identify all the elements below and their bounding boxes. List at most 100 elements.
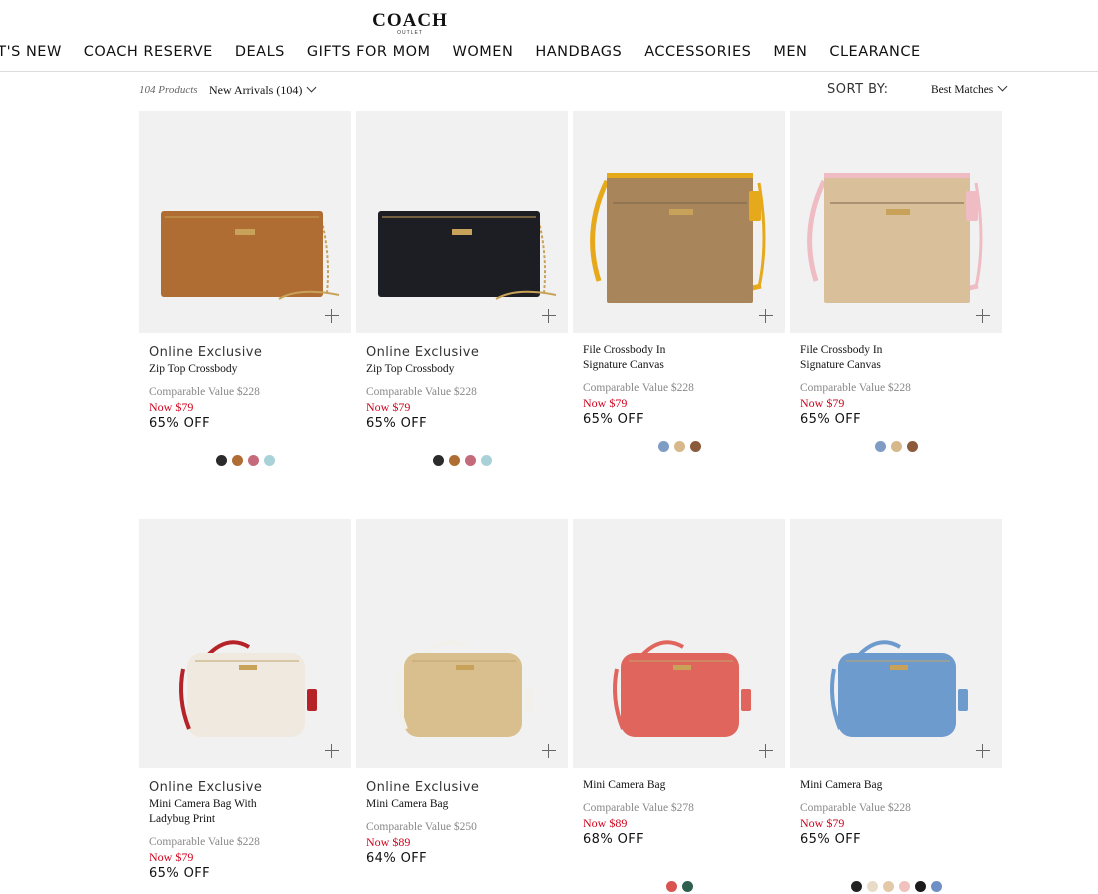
- filter-dropdown[interactable]: New Arrivals (104): [209, 82, 317, 98]
- quick-add-plus-icon[interactable]: [976, 744, 990, 758]
- color-swatches: [790, 441, 1002, 452]
- comparable-value: Comparable Value $228: [149, 836, 260, 848]
- nav-men[interactable]: MEN: [773, 44, 807, 60]
- color-swatch[interactable]: [432, 455, 444, 466]
- comparable-value: Comparable Value $228: [800, 382, 911, 394]
- product-image-tile[interactable]: [356, 111, 568, 333]
- nav-divider: [0, 71, 1098, 72]
- nav-women[interactable]: WOMEN: [453, 44, 514, 60]
- comparable-value: Comparable Value $228: [149, 386, 260, 398]
- product-card[interactable]: File Crossbody In Signature Canvas Compar…: [790, 111, 1002, 519]
- product-info: File Crossbody In Signature Canvas Compar…: [790, 333, 1002, 428]
- online-exclusive-label: Online Exclusive: [366, 345, 480, 360]
- product-card[interactable]: File Crossbody In Signature Canvas Compar…: [573, 111, 785, 519]
- color-swatch[interactable]: [263, 455, 275, 466]
- nav-coach-reserve[interactable]: COACH RESERVE: [84, 44, 213, 60]
- logo-subtitle: OUTLET: [397, 30, 423, 36]
- logo-wordmark: COACH: [372, 10, 448, 31]
- product-image-tile[interactable]: [573, 519, 785, 768]
- color-swatches: [573, 441, 785, 452]
- discount-percent: 65% OFF: [800, 832, 862, 847]
- color-swatches: [139, 455, 351, 466]
- nav-accessories[interactable]: ACCESSORIES: [644, 44, 751, 60]
- color-swatch[interactable]: [890, 441, 902, 452]
- nav-gifts-for-mom[interactable]: GIFTS FOR MOM: [307, 44, 431, 60]
- color-swatches: [790, 881, 1002, 892]
- online-exclusive-label: Online Exclusive: [366, 780, 480, 795]
- color-swatch[interactable]: [882, 881, 894, 892]
- quick-add-plus-icon[interactable]: [542, 309, 556, 323]
- product-info: Mini Camera Bag Comparable Value $228 Now …: [790, 768, 1002, 848]
- coach-outlet-logo[interactable]: COACH OUTLET: [0, 10, 820, 36]
- discount-percent: 68% OFF: [583, 832, 645, 847]
- color-swatch[interactable]: [874, 441, 886, 452]
- product-name[interactable]: Zip Top Crossbody: [149, 362, 341, 377]
- online-exclusive-label: Online Exclusive: [149, 345, 263, 360]
- product-name[interactable]: File Crossbody In Signature Canvas: [583, 343, 775, 373]
- color-swatch[interactable]: [657, 441, 669, 452]
- quick-add-plus-icon[interactable]: [759, 309, 773, 323]
- product-image: [830, 640, 968, 737]
- chevron-down-icon: [306, 82, 317, 93]
- product-image-tile[interactable]: [139, 111, 351, 333]
- color-swatch[interactable]: [689, 441, 701, 452]
- listing-toolbar: 104 Products New Arrivals (104) SORT BY:…: [139, 81, 1009, 100]
- quick-add-plus-icon[interactable]: [976, 309, 990, 323]
- product-name[interactable]: Mini Camera Bag: [583, 778, 775, 793]
- product-card[interactable]: Mini Camera Bag Comparable Value $228 Now …: [790, 519, 1002, 894]
- product-name[interactable]: Mini Camera Bag: [366, 797, 558, 812]
- color-swatch[interactable]: [247, 455, 259, 466]
- color-swatch[interactable]: [906, 441, 918, 452]
- main-nav: AT'S NEW COACH RESERVE DEALS GIFTS FOR M…: [0, 44, 943, 60]
- product-name[interactable]: Mini Camera Bag: [800, 778, 992, 793]
- product-name[interactable]: Mini Camera Bag With Ladybug Print: [149, 797, 341, 827]
- quick-add-plus-icon[interactable]: [325, 309, 339, 323]
- color-swatch[interactable]: [930, 881, 942, 892]
- color-swatch[interactable]: [480, 455, 492, 466]
- product-image: [396, 640, 534, 737]
- sort-by-label: SORT BY:: [827, 82, 889, 97]
- color-swatch[interactable]: [231, 455, 243, 466]
- nav-deals[interactable]: DEALS: [235, 44, 285, 60]
- color-swatch[interactable]: [898, 881, 910, 892]
- nav-clearance[interactable]: CLEARANCE: [829, 44, 920, 60]
- comparable-value: Comparable Value $228: [583, 382, 694, 394]
- quick-add-plus-icon[interactable]: [325, 744, 339, 758]
- quick-add-plus-icon[interactable]: [542, 744, 556, 758]
- color-swatch[interactable]: [665, 881, 677, 892]
- color-swatch[interactable]: [850, 881, 862, 892]
- product-image-tile[interactable]: [790, 519, 1002, 768]
- product-image-tile[interactable]: [790, 111, 1002, 333]
- sort-dropdown[interactable]: Best Matches: [931, 81, 1008, 96]
- color-swatch[interactable]: [914, 881, 926, 892]
- color-swatch[interactable]: [673, 441, 685, 452]
- product-image: [807, 173, 983, 303]
- sale-price: Now $79: [149, 850, 194, 864]
- product-card[interactable]: Online Exclusive Zip Top Crossbody Compara…: [356, 111, 568, 519]
- color-swatch[interactable]: [681, 881, 693, 892]
- nav-handbags[interactable]: HANDBAGS: [535, 44, 622, 60]
- color-swatch[interactable]: [464, 455, 476, 466]
- product-card[interactable]: Online Exclusive Mini Camera Bag With Lad…: [139, 519, 351, 894]
- nav-whats-new[interactable]: AT'S NEW: [0, 44, 62, 60]
- color-swatch[interactable]: [448, 455, 460, 466]
- product-name[interactable]: File Crossbody In Signature Canvas: [800, 343, 992, 373]
- quick-add-plus-icon[interactable]: [759, 744, 773, 758]
- product-count: 104 Products: [139, 84, 198, 96]
- product-image-tile[interactable]: [356, 519, 568, 768]
- color-swatch[interactable]: [215, 455, 227, 466]
- product-info: Online Exclusive Mini Camera Bag With Lad…: [139, 768, 351, 882]
- product-name[interactable]: Zip Top Crossbody: [366, 362, 558, 377]
- product-card[interactable]: Online Exclusive Mini Camera Bag Comparabl…: [356, 519, 568, 894]
- product-image-tile[interactable]: [573, 111, 785, 333]
- discount-percent: 65% OFF: [149, 866, 211, 881]
- sale-price: Now $79: [800, 816, 845, 830]
- product-image-tile[interactable]: [139, 519, 351, 768]
- product-info: Mini Camera Bag Comparable Value $278 Now …: [573, 768, 785, 848]
- color-swatches: [356, 455, 568, 466]
- color-swatch[interactable]: [866, 881, 878, 892]
- product-card[interactable]: Online Exclusive Zip Top Crossbody Compara…: [139, 111, 351, 519]
- product-card[interactable]: Mini Camera Bag Comparable Value $278 Now …: [573, 519, 785, 894]
- discount-percent: 65% OFF: [583, 412, 645, 427]
- sale-price: Now $89: [366, 835, 411, 849]
